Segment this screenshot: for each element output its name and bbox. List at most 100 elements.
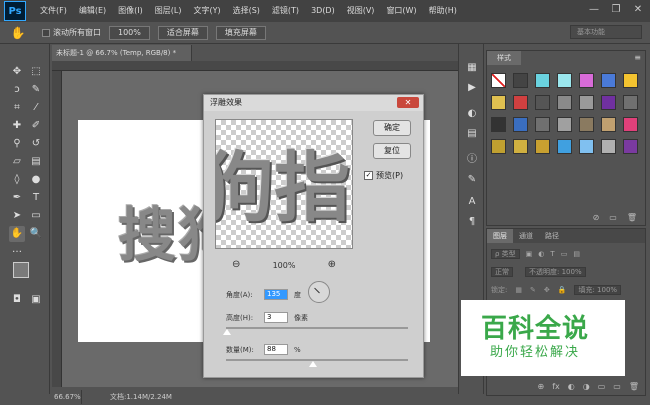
- styles-tab[interactable]: 样式: [487, 51, 521, 65]
- rectangle-tool-icon[interactable]: ▭: [28, 208, 44, 224]
- height-slider[interactable]: [223, 327, 408, 335]
- history-panel-icon[interactable]: ▦: [464, 60, 480, 76]
- style-swatch[interactable]: [623, 95, 638, 110]
- filter-preview[interactable]: 狗指: [215, 119, 353, 249]
- amount-slider[interactable]: [226, 359, 408, 367]
- style-swatch[interactable]: [601, 117, 616, 132]
- new-group-icon[interactable]: ▭: [598, 381, 606, 393]
- reset-button[interactable]: 复位: [373, 143, 411, 159]
- style-swatch[interactable]: [513, 95, 528, 110]
- foreground-color-swatch[interactable]: [13, 262, 29, 278]
- style-swatch[interactable]: [579, 139, 594, 154]
- zoom-out-icon[interactable]: ⊖: [230, 259, 242, 271]
- menu-layer[interactable]: 图层(L): [149, 0, 188, 22]
- layer-style-icon[interactable]: fx: [552, 381, 560, 393]
- style-swatch[interactable]: [579, 117, 594, 132]
- preview-checkbox-row[interactable]: ✓ 预览(P): [364, 170, 403, 181]
- more-tools-icon[interactable]: …: [9, 242, 25, 258]
- link-layers-icon[interactable]: ⊕: [537, 381, 544, 393]
- marquee-tool-icon[interactable]: ⬚: [28, 64, 44, 80]
- quick-mask-icon[interactable]: ◘: [9, 292, 25, 308]
- height-slider-thumb[interactable]: [223, 329, 231, 335]
- new-style-icon[interactable]: ▭: [609, 211, 617, 225]
- preview-checkbox[interactable]: ✓: [364, 171, 373, 180]
- style-swatch[interactable]: [557, 95, 572, 110]
- menu-view[interactable]: 视图(V): [341, 0, 381, 22]
- status-zoom[interactable]: 66.67%: [52, 390, 82, 404]
- add-mask-icon[interactable]: ◐: [568, 381, 575, 393]
- lock-pixels-icon[interactable]: ✎: [530, 286, 536, 294]
- close-button[interactable]: ✕: [630, 3, 646, 17]
- workspace-select[interactable]: 基本功能: [570, 25, 642, 39]
- style-swatch[interactable]: [557, 117, 572, 132]
- style-swatch[interactable]: [557, 139, 572, 154]
- delete-layer-icon[interactable]: 🗑: [629, 381, 639, 393]
- style-swatch[interactable]: [491, 95, 506, 110]
- menu-select[interactable]: 选择(S): [227, 0, 266, 22]
- amount-input[interactable]: 88: [264, 344, 288, 355]
- type-filter-icon[interactable]: T: [550, 250, 554, 258]
- history-brush-tool-icon[interactable]: ↺: [28, 136, 44, 152]
- hand-tool-preset-icon[interactable]: ✋: [4, 24, 32, 42]
- style-swatch[interactable]: [601, 139, 616, 154]
- eraser-tool-icon[interactable]: ▱: [9, 154, 25, 170]
- crop-tool-icon[interactable]: ⌗: [9, 100, 25, 116]
- ok-button[interactable]: 确定: [373, 120, 411, 136]
- style-swatch[interactable]: [513, 139, 528, 154]
- style-swatch[interactable]: [623, 139, 638, 154]
- style-swatch[interactable]: [623, 73, 638, 88]
- style-swatch[interactable]: [513, 117, 528, 132]
- zoom-100-button[interactable]: 100%: [109, 25, 150, 40]
- style-swatch[interactable]: [579, 73, 594, 88]
- new-layer-icon[interactable]: ▭: [613, 381, 621, 393]
- lock-transparent-icon[interactable]: ▦: [515, 286, 522, 294]
- angle-dial[interactable]: [308, 281, 330, 303]
- adjustment-layer-icon[interactable]: ◑: [583, 381, 590, 393]
- screen-mode-icon[interactable]: ▣: [28, 292, 44, 308]
- zoom-tool-icon[interactable]: 🔍: [28, 226, 44, 242]
- eyedropper-tool-icon[interactable]: ⁄: [28, 100, 44, 116]
- pen-tool-icon[interactable]: ✒: [9, 190, 25, 206]
- healing-brush-tool-icon[interactable]: ✚: [9, 118, 25, 134]
- move-tool-icon[interactable]: ✥: [9, 64, 25, 80]
- fill-field[interactable]: 填充: 100%: [574, 285, 622, 295]
- menu-filter[interactable]: 滤镜(T): [266, 0, 305, 22]
- smart-object-filter-icon[interactable]: ▤: [573, 250, 580, 258]
- menu-help[interactable]: 帮助(H): [423, 0, 463, 22]
- amount-slider-thumb[interactable]: [309, 361, 317, 367]
- paragraph-panel-icon[interactable]: ¶: [464, 214, 480, 230]
- brush-panel-icon[interactable]: ✎: [464, 172, 480, 188]
- style-swatch[interactable]: [535, 139, 550, 154]
- restore-button[interactable]: ❐: [608, 3, 624, 17]
- style-swatch[interactable]: [491, 73, 506, 88]
- style-swatch[interactable]: [491, 117, 506, 132]
- character-panel-icon[interactable]: A: [464, 194, 480, 210]
- menu-edit[interactable]: 编辑(E): [73, 0, 112, 22]
- quick-select-tool-icon[interactable]: ✎: [28, 82, 44, 98]
- adjustment-filter-icon[interactable]: ◐: [538, 250, 544, 258]
- blend-mode-select[interactable]: 正常: [491, 267, 513, 277]
- blur-tool-icon[interactable]: ◊: [9, 172, 25, 188]
- menu-type[interactable]: 文字(Y): [187, 0, 226, 22]
- adjustments-panel-icon[interactable]: ◐: [464, 106, 480, 122]
- style-swatch[interactable]: [491, 139, 506, 154]
- layer-kind-filter[interactable]: ρ 类型: [491, 249, 520, 259]
- style-swatch[interactable]: [535, 117, 550, 132]
- hand-tool-icon[interactable]: ✋: [9, 226, 25, 242]
- gradient-tool-icon[interactable]: ▤: [28, 154, 44, 170]
- delete-style-icon[interactable]: 🗑: [627, 211, 637, 225]
- lock-position-icon[interactable]: ✥: [544, 286, 550, 294]
- style-swatch[interactable]: [601, 95, 616, 110]
- fit-screen-button[interactable]: 适合屏幕: [157, 25, 208, 40]
- document-tab[interactable]: 未标题-1 @ 66.7% (Temp, RGB/8) *: [52, 45, 192, 61]
- clear-style-icon[interactable]: ⊘: [593, 211, 600, 225]
- style-swatch[interactable]: [535, 73, 550, 88]
- panel-menu-icon[interactable]: ≡: [634, 53, 641, 62]
- zoom-in-icon[interactable]: ⊕: [326, 259, 338, 271]
- style-swatch[interactable]: [623, 117, 638, 132]
- fill-screen-button[interactable]: 填充屏幕: [215, 25, 266, 40]
- minimize-button[interactable]: —: [586, 3, 602, 17]
- clone-stamp-tool-icon[interactable]: ⚲: [9, 136, 25, 152]
- menu-image[interactable]: 图像(I): [112, 0, 149, 22]
- lock-all-icon[interactable]: 🔒: [558, 286, 567, 294]
